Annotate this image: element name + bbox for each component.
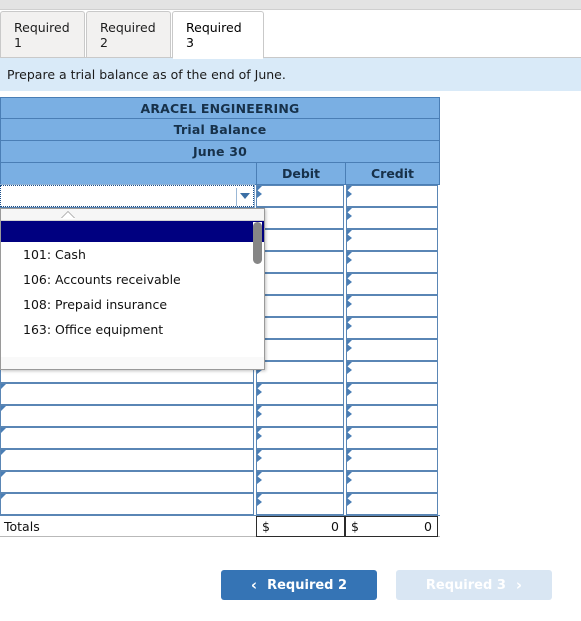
previous-requirement-label: Required 2 [267,577,348,593]
trial-balance-worksheet-app: Required 1 Required 2 Required 3 Prepare… [0,0,581,621]
dropdown-option[interactable]: 108: Prepaid insurance [1,292,264,317]
debit-amount-input[interactable] [256,471,344,493]
table-row [0,383,440,405]
period-label: June 30 [192,144,248,159]
table-row [0,427,440,449]
dropdown-scroll-up-button[interactable] [1,209,264,221]
credit-amount-input[interactable] [346,339,438,361]
credit-amount-input[interactable] [346,383,438,405]
chevron-down-icon[interactable] [240,193,250,199]
chevron-up-icon [61,212,75,219]
table-row [0,449,440,471]
next-requirement-button[interactable]: Required 3 › [396,570,552,600]
dropdown-scrollbar[interactable] [253,222,262,354]
tab-required-3[interactable]: Required 3 [172,11,264,59]
tab-required-2-label: Required 2 [100,20,156,50]
totals-row: Totals $ 0 $ 0 [0,515,440,537]
debit-amount-input[interactable] [256,295,344,317]
account-select-combobox[interactable] [0,184,255,208]
dropdown-option[interactable]: 106: Accounts receivable [1,267,264,292]
previous-requirement-button[interactable]: ‹ Required 2 [221,570,377,600]
debit-amount-input[interactable] [256,339,344,361]
account-name-input[interactable] [0,427,254,449]
debit-amount-input[interactable] [256,405,344,427]
chevron-left-icon: ‹ [250,575,258,594]
window-top-strip [0,0,581,10]
tab-required-3-label: Required 3 [186,20,242,50]
next-requirement-label: Required 3 [425,577,506,593]
sheet-company-header: ARACEL ENGINEERING [0,97,440,119]
credit-amount-input[interactable] [346,185,438,207]
totals-credit-symbol: $ [351,519,359,534]
tab-required-1[interactable]: Required 1 [0,11,85,58]
combobox-separator [236,188,237,206]
dropdown-option[interactable]: 163: Office equipment [1,317,264,342]
totals-credit-cell: $ 0 [345,516,438,537]
column-header-debit: Debit [257,163,346,184]
debit-amount-input[interactable] [256,449,344,471]
account-name-input[interactable] [0,383,254,405]
debit-amount-input[interactable] [256,185,344,207]
credit-amount-input[interactable] [346,405,438,427]
table-row [0,405,440,427]
tab-required-1-label: Required 1 [14,20,70,50]
credit-amount-input[interactable] [346,361,438,383]
dropdown-scrollbar-thumb[interactable] [253,222,262,264]
table-row [0,493,440,515]
account-name-input[interactable] [0,493,254,515]
credit-amount-input[interactable] [346,471,438,493]
sheet-period-header: June 30 [0,141,440,163]
credit-amount-input[interactable] [346,273,438,295]
instruction-text: Prepare a trial balance as of the end of… [7,67,286,82]
debit-amount-input[interactable] [256,229,344,251]
credit-amount-input[interactable] [346,251,438,273]
debit-amount-input[interactable] [256,361,344,383]
statement-name: Trial Balance [173,122,267,137]
table-row [0,471,440,493]
debit-amount-input[interactable] [256,251,344,273]
totals-credit-value: 0 [424,519,432,534]
account-name-input[interactable] [0,471,254,493]
chevron-right-icon: › [515,575,523,594]
credit-amount-input[interactable] [346,295,438,317]
credit-amount-input[interactable] [346,427,438,449]
totals-debit-value: 0 [331,519,339,534]
column-header-account [1,163,257,184]
company-name: ARACEL ENGINEERING [140,100,300,116]
dropdown-option-selected[interactable] [1,221,264,242]
debit-amount-input[interactable] [256,493,344,515]
debit-amount-input[interactable] [256,427,344,449]
column-header-credit: Credit [370,166,415,181]
dropdown-option[interactable]: 101: Cash [1,242,264,267]
dropdown-options: 101: Cash 106: Accounts receivable 108: Pr… [1,221,264,357]
table-row [0,184,440,208]
account-name-input[interactable] [0,405,254,427]
totals-label: Totals [4,519,40,534]
credit-amount-input[interactable] [346,449,438,471]
instruction-bar: Prepare a trial balance as of the end of… [0,58,581,91]
account-dropdown-list[interactable]: 101: Cash 106: Accounts receivable 108: Pr… [0,208,265,370]
totals-debit-cell: $ 0 [256,516,345,537]
column-header-row: Debit Credit [0,163,440,185]
credit-amount-input[interactable] [346,229,438,251]
credit-amount-input[interactable] [346,207,438,229]
dropdown-footer [1,357,264,369]
navigation-bar: ‹ Required 2 Required 3 › [0,566,581,621]
totals-debit-symbol: $ [262,519,270,534]
debit-amount-input[interactable] [256,383,344,405]
account-name-input[interactable] [0,449,254,471]
debit-amount-input[interactable] [256,207,344,229]
debit-amount-input[interactable] [256,273,344,295]
tab-required-2[interactable]: Required 2 [86,11,171,58]
sheet-statement-header: Trial Balance [0,119,440,141]
requirement-tab-strip: Required 1 Required 2 Required 3 [0,11,581,59]
debit-amount-input[interactable] [256,317,344,339]
credit-amount-input[interactable] [346,317,438,339]
credit-amount-input[interactable] [346,493,438,515]
